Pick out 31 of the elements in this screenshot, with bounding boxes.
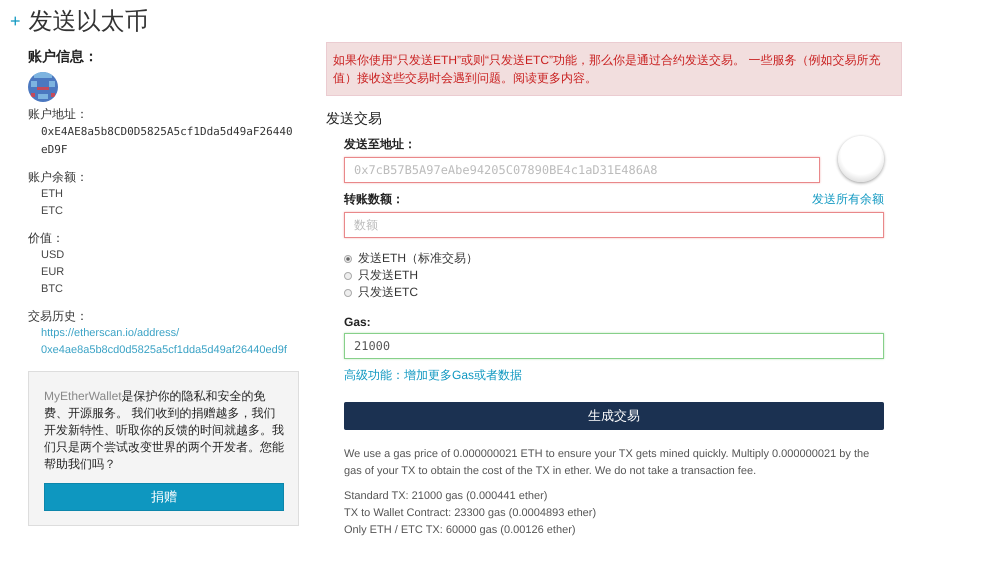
generate-transaction-button[interactable]: 生成交易 <box>344 402 884 430</box>
balance-currency: ETC <box>40 204 64 219</box>
transaction-type-option[interactable]: 只发送ETC <box>344 284 418 301</box>
account-address: 0xE4AE8a5b8CD0D5825A5cf1Dda5d49aF26440eD9F <box>40 124 294 158</box>
gas-cost-note: TX to Wallet Contract: 23300 gas (0.0004893 ether) <box>344 506 598 521</box>
gas-cost-note: Standard TX: 21000 gas (0.000441 ether) <box>344 489 548 504</box>
address-field[interactable]: 0x7cB57B5A97eAbe94205C07890BE4c1aD31E486A8 <box>344 157 820 183</box>
warning-alert: 如果你使用“只发送ETH”或则“只发送ETC”功能，那么你是通过合约发送交易。 一些服务（例如交易所充值）接收这些交易时会遇到问题。阅读更多内容。 <box>326 42 902 96</box>
donation-text: MyEtherWallet是保护你的隐私和安全的免费、开源服务。 我们收到的捐赠越多，我们开发新特性、听取你的反馈的时间就越多。我们只是两个尝试改变世界的两个开发者。您能帮助我们吗？ <box>44 388 284 473</box>
field-label: Gas: <box>344 315 372 329</box>
gas-field[interactable]: 21000 <box>344 333 884 359</box>
field-label: 价值： <box>28 230 65 247</box>
balance-currency: ETH <box>40 187 64 202</box>
section-heading: 账户信息： <box>28 48 99 66</box>
transaction-type-option[interactable]: 只发送ETH <box>344 267 418 284</box>
page-title: 发送以太币 <box>28 7 149 37</box>
field-label: 发送至地址： <box>344 136 417 153</box>
value-currency: EUR <box>40 265 66 280</box>
section-heading: 发送交易 <box>326 110 383 128</box>
gas-cost-note: Only ETH / ETC TX: 60000 gas (0.00126 ether) <box>344 523 577 538</box>
field-label: 账户余额： <box>28 169 89 186</box>
field-label: 交易历史： <box>28 308 89 325</box>
gas-price-note: We use a gas price of 0.000000021 ETH to ensure your TX gets mined quickly. Multiply 0.000000021 by the gas of your TX to obtain the cost of the TX in ether. We do not take a transaction fee. <box>344 447 870 479</box>
transaction-type-option[interactable]: 发送ETH（标准交易） <box>344 250 478 267</box>
value-currency: USD <box>40 248 66 263</box>
field-label: 账户地址： <box>28 106 89 123</box>
value-currency: BTC <box>40 282 64 297</box>
address-identicon-icon <box>838 136 884 182</box>
field-label: 转账数额： <box>344 191 404 208</box>
amount-field[interactable]: 数额 <box>344 212 884 238</box>
identicon-icon <box>28 72 58 102</box>
